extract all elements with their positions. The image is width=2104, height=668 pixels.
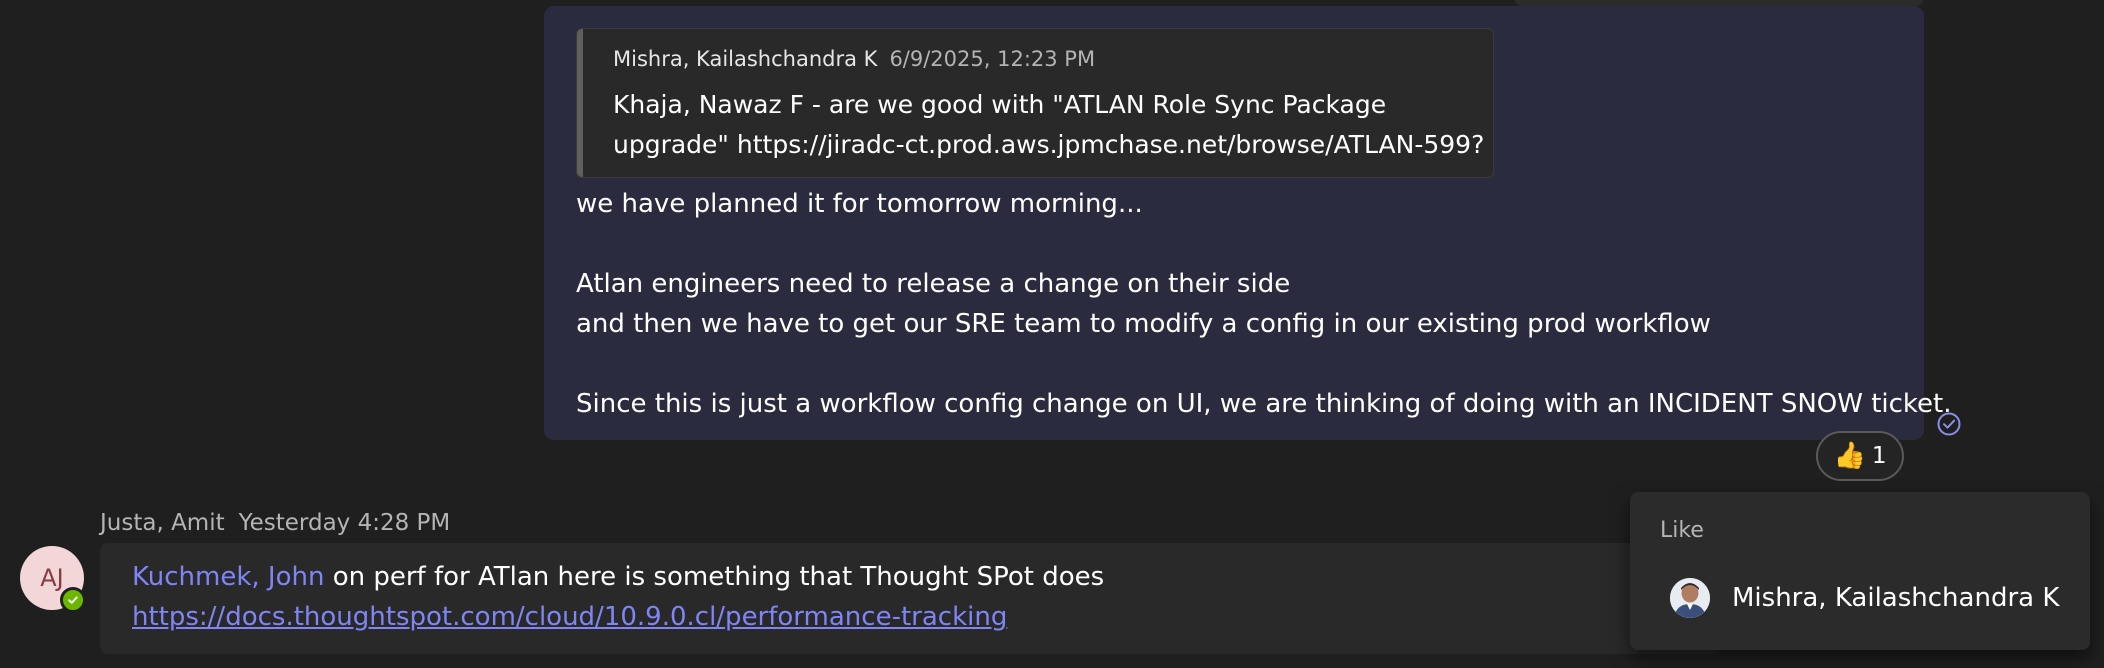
message-line-blank [576, 224, 1906, 264]
thumbs-up-icon: 👍 [1833, 441, 1866, 471]
quoted-reply[interactable]: Mishra, Kailashchandra K 6/9/2025, 12:23 … [576, 28, 1494, 178]
like-reaction-pill[interactable]: 👍 1 [1816, 431, 1904, 481]
my-message-bubble[interactable]: Mishra, Kailashchandra K 6/9/2025, 12:23 … [544, 6, 1952, 440]
quote-author: Mishra, Kailashchandra K [613, 47, 878, 71]
mention-link[interactable]: Kuchmek, John [132, 562, 324, 592]
message-text-body: on perf for ATlan here is something that… [324, 562, 1105, 592]
reaction-count: 1 [1871, 443, 1887, 469]
check-icon [68, 596, 78, 604]
reactions-popup: Like Mishra, Kailashchandra K [1630, 492, 2090, 650]
sender-name: Justa, Amit [100, 510, 225, 536]
message-text: Kuchmek, John on perf for ATlan here is … [132, 557, 1104, 597]
message-line: Atlan engineers need to release a change… [576, 269, 1291, 299]
avatar-initials: AJ [40, 564, 64, 592]
message-meta: Justa, Amit Yesterday 4:28 PM [100, 508, 450, 538]
quote-body: Khaja, Nawaz F - are we good with "ATLAN… [613, 85, 1485, 165]
message-line: Since this is just a workflow config cha… [576, 389, 1952, 419]
quote-header: Mishra, Kailashchandra K 6/9/2025, 12:23 … [613, 45, 1095, 73]
quote-accent-bar [577, 29, 583, 177]
quote-line: Khaja, Nawaz F - are we good with "ATLAN… [613, 90, 1387, 119]
person-photo-icon [1670, 578, 1710, 618]
message-bubble[interactable]: Kuchmek, John on perf for ATlan here is … [100, 543, 1720, 654]
message-body: we have planned it for tomorrow morning.… [576, 184, 1952, 424]
liker-name: Mishra, Kailashchandra K [1732, 583, 2060, 613]
quote-timestamp: 6/9/2025, 12:23 PM [889, 47, 1096, 71]
seen-check-icon [1937, 412, 1961, 436]
message-line-blank [576, 344, 1906, 384]
message-line: we have planned it for tomorrow morning.… [576, 189, 1143, 219]
quote-line: upgrade" https://jiradc-ct.prod.aws.jpmc… [613, 130, 1485, 159]
popup-title: Like [1660, 518, 1704, 543]
message-line: and then we have to get our SRE team to … [576, 309, 1711, 339]
message-link[interactable]: https://docs.thoughtspot.com/cloud/10.9.… [132, 597, 1007, 637]
message-timestamp: Yesterday 4:28 PM [238, 510, 451, 536]
user-avatar [1670, 578, 1710, 618]
presence-available-icon [60, 587, 86, 613]
